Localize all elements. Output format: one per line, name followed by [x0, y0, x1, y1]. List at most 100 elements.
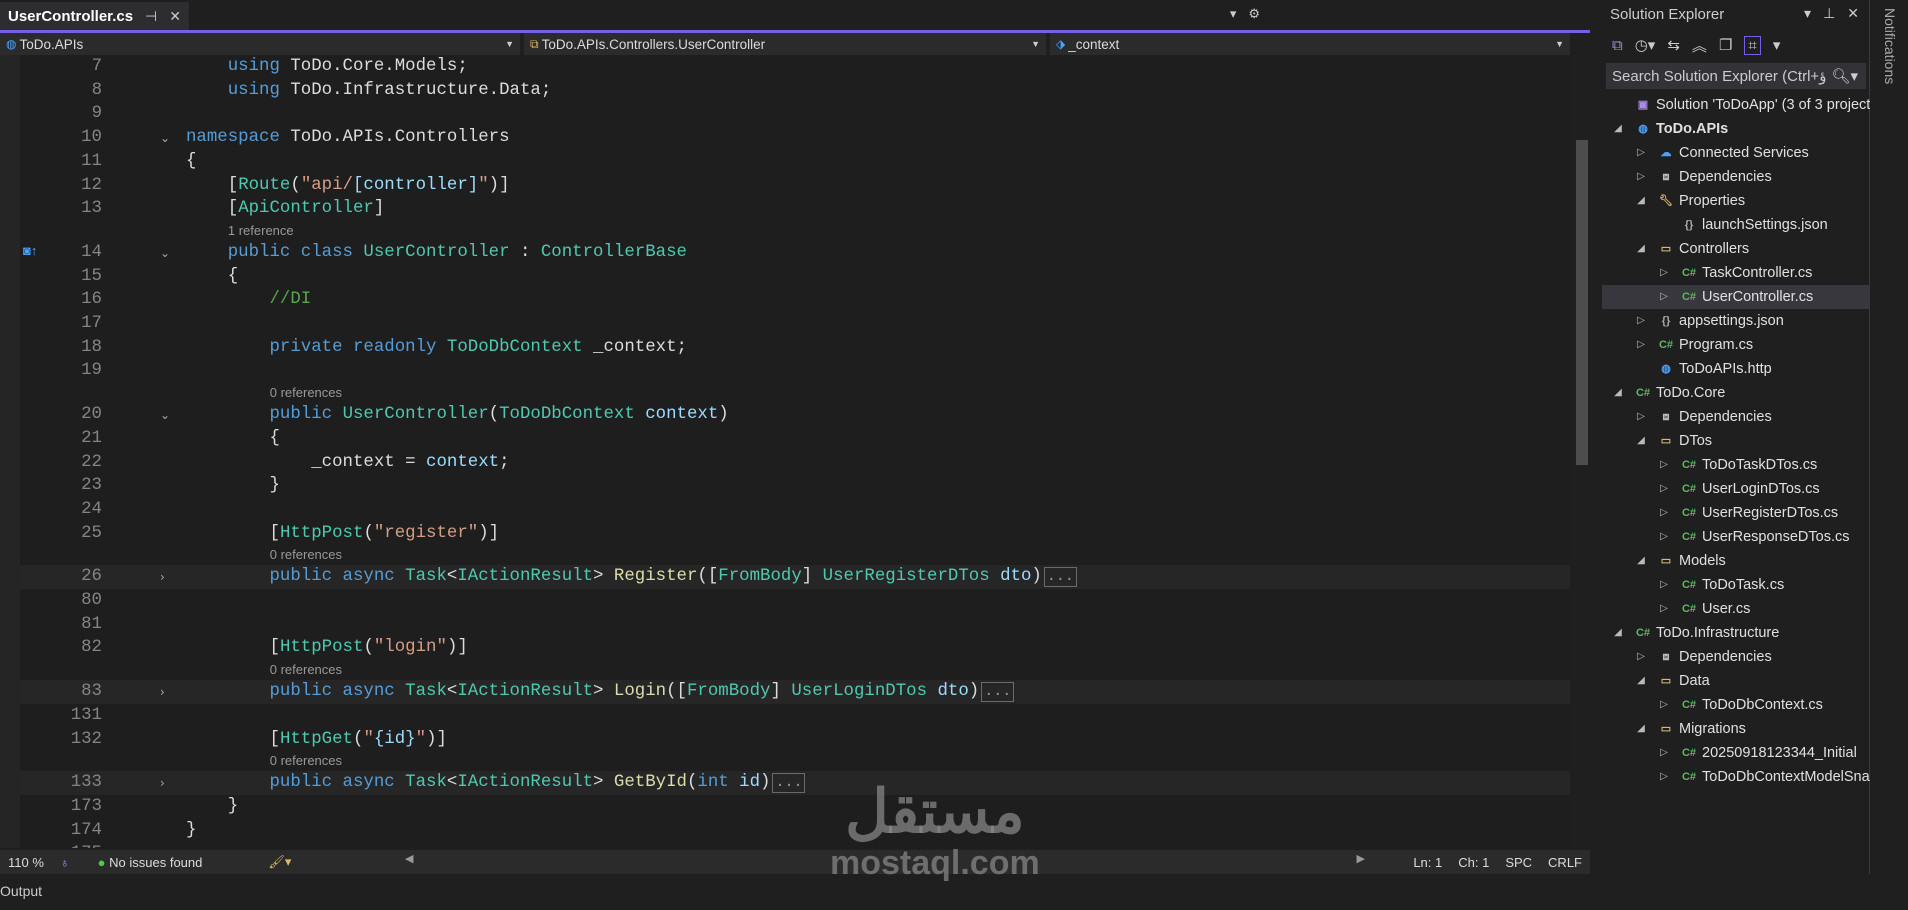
tree-item[interactable]: ◢ ▭ Migrations	[1602, 717, 1870, 741]
code-line[interactable]: 133 › public async Task<IActionResult> Ge…	[20, 771, 1570, 796]
expanded-arrow-icon[interactable]: ◢	[1635, 189, 1647, 213]
code-line[interactable]: 13 [ApiController]	[20, 197, 1570, 221]
tree-item[interactable]: ▷ C# TaskController.cs	[1602, 261, 1870, 285]
notifications-sidebar[interactable]: Notifications	[1874, 0, 1908, 874]
tree-item[interactable]: ▣ Solution 'ToDoApp' (3 of 3 projects)	[1602, 93, 1870, 117]
code-line[interactable]: 14 ⌄ public class UserController : Contro…	[20, 241, 1570, 265]
code-line[interactable]: 16 //DI	[20, 288, 1570, 312]
code-line[interactable]: 82 [HttpPost("login")]	[20, 636, 1570, 660]
code-line[interactable]: 173 }	[20, 795, 1570, 819]
collapsed-region-button[interactable]: ...	[1043, 567, 1077, 588]
dropdown-icon[interactable]: ▾	[1773, 36, 1781, 54]
expanded-arrow-icon[interactable]: ◢	[1635, 717, 1647, 741]
collapsed-arrow-icon[interactable]: ▷	[1658, 453, 1670, 477]
collapse-chevron-icon[interactable]: ⌄	[160, 403, 170, 427]
collapsed-arrow-icon[interactable]: ▷	[1635, 141, 1647, 165]
scrollbar-thumb[interactable]	[1576, 140, 1588, 465]
code-line[interactable]: 174}	[20, 819, 1570, 843]
tree-item[interactable]: ▷ C# UserResponseDTos.cs	[1602, 525, 1870, 549]
collapsed-region-button[interactable]: ...	[772, 773, 806, 794]
collapsed-arrow-icon[interactable]: ▷	[1658, 741, 1670, 765]
code-line[interactable]: 18 private readonly ToDoDbContext _conte…	[20, 336, 1570, 360]
tree-item[interactable]: ▷ C# UserRegisterDTos.cs	[1602, 501, 1870, 525]
references-link[interactable]: 0 references	[270, 751, 342, 771]
dropdown-icon[interactable]: ▾	[1804, 5, 1811, 22]
tree-item[interactable]: ▷ C# ToDoTaskDTos.cs	[1602, 453, 1870, 477]
tree-item[interactable]: ▷ C# 20250918123344_Initial	[1602, 741, 1870, 765]
tree-item[interactable]: ▷ C# ToDoDbContext.cs	[1602, 693, 1870, 717]
member-dropdown[interactable]: ⬗ _context ▼	[1050, 33, 1570, 55]
tree-item[interactable]: ◢ ▭ DTos	[1602, 429, 1870, 453]
code-line[interactable]: 11 {	[20, 150, 1570, 174]
code-line[interactable]: 175	[20, 842, 1570, 848]
collapsed-arrow-icon[interactable]: ▷	[1658, 765, 1670, 789]
code-line[interactable]: 26 › public async Task<IActionResult> Reg…	[20, 565, 1570, 590]
code-line[interactable]: 81	[20, 613, 1570, 637]
expanded-arrow-icon[interactable]: ◢	[1635, 429, 1647, 453]
code-line[interactable]: 10 ⌄ namespace ToDo.APIs.Controllers	[20, 126, 1570, 150]
tree-item[interactable]: ▷ ⧈ Dependencies	[1602, 405, 1870, 429]
column-number[interactable]: Ch: 1	[1450, 855, 1497, 870]
expand-chevron-icon[interactable]: ›	[160, 771, 165, 795]
expanded-arrow-icon[interactable]: ◢	[1612, 381, 1624, 405]
code-line[interactable]: 80	[20, 589, 1570, 613]
solution-search-input[interactable]: Search Solution Explorer (Ctrl+ؤ 🔍︎▾	[1606, 63, 1866, 89]
references-link[interactable]: 0 references	[270, 545, 342, 565]
gear-icon[interactable]: ⚙	[1248, 6, 1260, 22]
expanded-arrow-icon[interactable]: ◢	[1635, 237, 1647, 261]
tree-item[interactable]: ▷ C# UserLoginDTos.cs	[1602, 477, 1870, 501]
collapsed-arrow-icon[interactable]: ▷	[1658, 597, 1670, 621]
code-line[interactable]: 21 {	[20, 427, 1570, 451]
line-endings[interactable]: CRLF	[1540, 855, 1590, 870]
expanded-arrow-icon[interactable]: ◢	[1635, 669, 1647, 693]
code-editor[interactable]: 7 using ToDo.Core.Models; 8 using ToDo.In…	[0, 55, 1570, 848]
code-line[interactable]: 131	[20, 704, 1570, 728]
code-line[interactable]: 83 › public async Task<IActionResult> Log…	[20, 680, 1570, 705]
zoom-level[interactable]: 110 %	[0, 855, 52, 870]
references-link[interactable]: 0 references	[270, 383, 342, 403]
collapsed-arrow-icon[interactable]: ▷	[1635, 333, 1647, 357]
collapse-all-icon[interactable]: ︽	[1692, 35, 1707, 56]
tab-list-dropdown-icon[interactable]: ▾	[1230, 6, 1237, 22]
collapsed-arrow-icon[interactable]: ▷	[1635, 645, 1647, 669]
tree-item[interactable]: ◢ 🔧︎ Properties	[1602, 189, 1870, 213]
copilot-icon[interactable]: ♁	[52, 855, 78, 870]
whitespace-mode[interactable]: SPC	[1497, 855, 1540, 870]
type-dropdown[interactable]: ⧉ ToDo.APIs.Controllers.UserController ▼	[524, 33, 1046, 55]
references-link[interactable]: 1 reference	[228, 221, 294, 241]
collapsed-arrow-icon[interactable]: ▷	[1658, 285, 1670, 309]
references-link[interactable]: 0 references	[270, 660, 342, 680]
tree-item[interactable]: {} launchSettings.json	[1602, 213, 1870, 237]
code-line[interactable]: 132 [HttpGet("{id}")]	[20, 728, 1570, 752]
collapse-chevron-icon[interactable]: ⌄	[160, 126, 170, 150]
collapsed-arrow-icon[interactable]: ▷	[1658, 693, 1670, 717]
collapsed-arrow-icon[interactable]: ▷	[1658, 477, 1670, 501]
code-line[interactable]: 12 [Route("api/[controller]")]	[20, 174, 1570, 198]
tree-item[interactable]: ◢ C# ToDo.Infrastructure	[1602, 621, 1870, 645]
tree-item[interactable]: ◢ ▭ Data	[1602, 669, 1870, 693]
tree-item[interactable]: ▷ C# UserController.cs	[1602, 285, 1870, 309]
tree-item[interactable]: ▷ C# Program.cs	[1602, 333, 1870, 357]
code-line[interactable]: 24	[20, 498, 1570, 522]
show-all-files-icon[interactable]: ❐	[1719, 36, 1732, 54]
collapsed-arrow-icon[interactable]: ▷	[1658, 261, 1670, 285]
expanded-arrow-icon[interactable]: ◢	[1612, 117, 1624, 141]
code-line[interactable]: 22 _context = context;	[20, 451, 1570, 475]
collapsed-arrow-icon[interactable]: ▷	[1658, 501, 1670, 525]
pending-changes-filter-icon[interactable]: ◷▾	[1635, 36, 1656, 54]
code-cleanup-icon[interactable]: 🖌▾	[260, 854, 299, 870]
project-dropdown[interactable]: ◍ ToDo.APIs ▼	[0, 33, 520, 55]
tree-item[interactable]: ◢ ◍ ToDo.APIs	[1602, 117, 1870, 141]
tree-item[interactable]: ◍ ToDoAPIs.http	[1602, 357, 1870, 381]
output-tab[interactable]: Output	[0, 883, 42, 899]
tree-item[interactable]: ▷ ☁ Connected Services	[1602, 141, 1870, 165]
tree-item[interactable]: ▷ ⧈ Dependencies	[1602, 645, 1870, 669]
expanded-arrow-icon[interactable]: ◢	[1612, 621, 1624, 645]
code-line[interactable]: 20 ⌄ public UserController(ToDoDbContext …	[20, 403, 1570, 427]
expanded-arrow-icon[interactable]: ◢	[1635, 549, 1647, 573]
collapsed-region-button[interactable]: ...	[981, 682, 1015, 703]
switch-views-icon[interactable]: ⧉	[1612, 37, 1623, 54]
collapse-chevron-icon[interactable]: ⌄	[160, 241, 170, 265]
line-number[interactable]: Ln: 1	[1405, 855, 1450, 870]
collapsed-arrow-icon[interactable]: ▷	[1658, 573, 1670, 597]
